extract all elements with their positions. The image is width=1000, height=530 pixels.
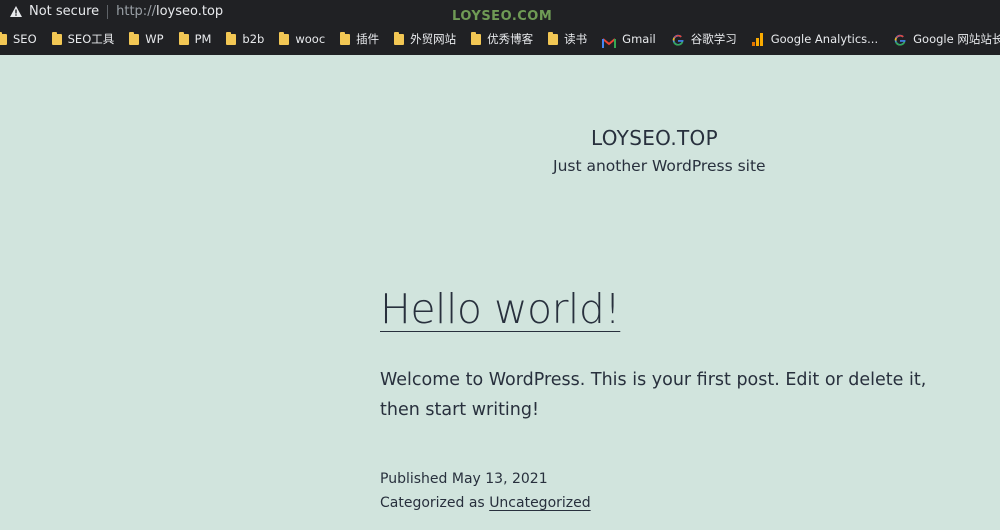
bookmark-item[interactable]: Google 网站站长 [893,31,1000,47]
bookmark-label: SEO工具 [67,32,115,46]
site-description: Just another WordPress site [553,157,766,175]
folder-icon [394,31,405,45]
warning-icon[interactable] [9,5,23,19]
bookmark-label: 插件 [356,32,380,46]
bookmark-item[interactable]: 优秀博客 [471,31,533,47]
bookmark-item[interactable]: 插件 [340,31,379,47]
bookmark-label: SEO [13,32,37,46]
bookmark-label: Gmail [622,32,656,46]
folder-icon [51,31,62,45]
bookmark-item[interactable]: b2b [226,31,265,46]
google-icon [893,32,907,46]
bookmark-label: 外贸网站 [410,32,457,46]
gmail-icon [602,34,617,48]
watermark: LOYSEO.COM [452,9,553,24]
bookmark-item[interactable]: Gmail [602,32,656,48]
folder-icon [178,31,189,45]
bookmark-item[interactable]: SEO [0,31,37,46]
bookmark-label: Google Analytics... [770,32,879,46]
folder-icon [129,31,140,45]
folder-icon [471,31,482,45]
category-label: Categorized as [380,495,485,511]
bookmark-item[interactable]: WP [129,31,164,46]
bookmark-item[interactable]: 外贸网站 [394,31,456,47]
bookmark-item[interactable]: 谷歌学习 [671,31,737,47]
bookmark-label: b2b [242,32,265,46]
bookmark-item[interactable]: SEO工具 [51,31,115,47]
analytics-icon [751,32,765,46]
post-title[interactable]: Hello world! [380,285,621,333]
divider [107,4,109,19]
folder-icon [548,31,559,45]
bookmark-label: 谷歌学习 [690,32,737,46]
security-status[interactable]: Not secure [29,4,99,19]
published-label: Published [380,471,448,487]
folder-icon [340,31,351,45]
folder-icon [0,31,7,45]
bookmark-label: PM [194,32,212,46]
bookmark-label: WP [145,32,164,46]
url-scheme: http:// [116,4,156,19]
url-host: loyseo.top [155,4,224,19]
post-published-meta: Published May 13, 2021 [380,471,548,487]
folder-icon [226,31,237,45]
bookmark-label: wooc [295,32,326,46]
bookmark-label: 读书 [564,32,588,46]
site-title[interactable]: LOYSEO.TOP [591,126,718,150]
bookmarks-bar: SEO SEO工具 WP PM b2b wooc 插件 外贸网站 优秀博客 读书 Gmail 谷歌学习… [0,28,1000,50]
folder-icon [279,31,290,45]
url-text[interactable]: http://loyseo.top [116,4,223,19]
bookmark-label: 优秀博客 [487,32,534,46]
bookmark-item[interactable]: Google Analytics... [751,32,879,46]
post-category-meta: Categorized as Uncategorized [380,495,591,511]
bookmark-label: Google 网站站长 [913,32,1000,46]
bookmark-item[interactable]: PM [178,31,212,46]
post-content: Welcome to WordPress. This is your first… [380,370,927,420]
browser-chrome: Not secure http://loyseo.top LOYSEO.COM … [0,0,1000,55]
bookmark-item[interactable]: 读书 [548,31,587,47]
published-date[interactable]: May 13, 2021 [452,471,548,487]
google-icon [671,32,685,46]
bookmark-item[interactable]: wooc [279,31,326,46]
category-link[interactable]: Uncategorized [489,495,590,511]
